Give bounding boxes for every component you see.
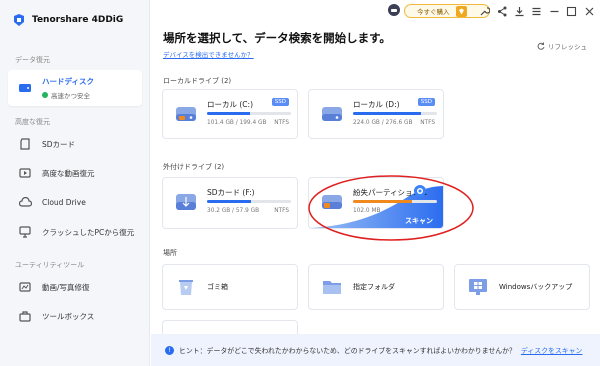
sidebar-item-label: 高度な動画復元: [42, 168, 95, 178]
sidebar-item-repair[interactable]: 動画/写真修復: [8, 273, 142, 301]
windows-backup-icon: [467, 276, 489, 298]
drive-filesystem: NTFS: [420, 120, 435, 126]
drive-filesystem: NTFS: [274, 120, 289, 126]
repair-icon: [18, 280, 32, 294]
sidebar-item-label: ハードディスク: [42, 77, 94, 86]
ssd-badge: SSD: [417, 98, 435, 106]
sidebar-item-cloud-drive[interactable]: Cloud Drive: [8, 188, 142, 216]
folder-icon: [321, 276, 343, 298]
minimize-button[interactable]: [546, 3, 562, 19]
device-not-detected-link[interactable]: デバイスを検出できませんか？: [163, 49, 254, 59]
scan-disk-link[interactable]: ディスクをスキャン: [521, 345, 583, 355]
app-name: Tenorshare 4DDiG: [32, 15, 124, 25]
sidebar-item-label: SDカード: [42, 139, 76, 149]
crashed-pc-icon: [18, 225, 32, 239]
sidebar-item-label: ツールボックス: [42, 311, 95, 321]
usage-bar: [353, 112, 437, 115]
shield-icon: [42, 92, 48, 98]
hard-disk-icon: [176, 107, 196, 121]
close-icon: [585, 7, 593, 15]
refresh-icon: [537, 42, 545, 50]
info-icon: !: [165, 345, 174, 355]
tools-button[interactable]: [476, 3, 492, 19]
drive-size: 101.4 GB / 199.4 GB: [207, 120, 267, 126]
sidebar-item-hard-disk[interactable]: ハードディスク 高速かつ安全: [8, 70, 142, 106]
ssd-badge: SSD: [271, 98, 289, 106]
usage-bar: [207, 200, 291, 203]
diamond-icon: [455, 5, 467, 17]
sd-card-icon: [176, 194, 196, 210]
drive-card-sd[interactable]: SDカード (F:) 30.2 GB / 57.9 GB NTFS: [162, 177, 298, 229]
menu-button[interactable]: [528, 3, 544, 19]
drive-name: ローカル (D:): [353, 100, 400, 109]
hard-disk-icon: [322, 195, 342, 209]
hard-disk-icon: [18, 81, 32, 95]
usage-bar-fill: [207, 112, 250, 115]
drive-name: SDカード (F:): [207, 188, 255, 197]
cloud-icon: [18, 195, 32, 209]
drive-size: 102.0 MB: [353, 208, 381, 214]
drive-card-c[interactable]: ローカル (C:) SSD 101.4 GB / 199.4 GB NTFS: [162, 89, 298, 139]
external-drives-label: 外付けドライブ (2): [163, 163, 225, 171]
sidebar-item-sd-card[interactable]: SDカード: [8, 130, 142, 158]
status-text: 高速かつ安全: [51, 92, 90, 100]
scan-button[interactable]: スキャン: [405, 216, 433, 226]
section-label-advanced: 高度な復元: [15, 118, 50, 126]
sidebar: Tenorshare 4DDiG データ復元 ハードディスク 高速かつ安全 高度…: [0, 0, 150, 366]
brand: Tenorshare 4DDiG: [12, 13, 123, 27]
sd-card-icon: [18, 137, 32, 151]
maximize-button[interactable]: [563, 3, 579, 19]
drive-size: 224.0 GB / 276.6 GB: [353, 120, 413, 126]
location-recycle-bin[interactable]: ゴミ箱: [162, 264, 298, 310]
sidebar-item-crashed-pc[interactable]: クラッシュしたPCから復元: [8, 218, 142, 246]
app-logo-icon: [14, 14, 24, 26]
share-button[interactable]: [494, 3, 510, 19]
drive-card-d[interactable]: ローカル (D:) SSD 224.0 GB / 276.6 GB NTFS: [308, 89, 444, 139]
minimize-icon: [550, 10, 558, 12]
download-icon: [515, 6, 523, 16]
usage-bar-fill: [207, 200, 251, 203]
sidebar-item-label: クラッシュしたPCから復元: [42, 227, 135, 237]
maximize-icon: [566, 6, 576, 16]
section-label-recovery: データ復元: [15, 56, 50, 64]
hint-bar: ! ヒント：データがどこで失われたかわからないため、どのドライブをスキャンすれば…: [151, 334, 600, 366]
drive-name: ローカル (C:): [207, 100, 253, 109]
sidebar-item-video[interactable]: 高度な動画復元: [8, 159, 142, 187]
menu-icon: [532, 7, 540, 15]
usage-bar: [207, 112, 291, 115]
buy-now-label: 今すぐ購入: [417, 8, 450, 16]
share-icon: [497, 6, 506, 16]
scan-radar-icon: [414, 185, 426, 197]
video-icon: [18, 166, 32, 180]
close-button[interactable]: [581, 3, 597, 19]
refresh-label: リフレッシュ: [548, 43, 587, 51]
locations-label: 場所: [163, 249, 177, 257]
local-drives-label: ローカルドライブ (2): [163, 77, 232, 85]
sidebar-item-label: Cloud Drive: [42, 197, 86, 207]
drive-filesystem: NTFS: [274, 208, 289, 214]
usage-bar: [353, 200, 437, 203]
drive-card-lost-partition[interactable]: 紛失パーティション-1 102.0 MB スキャン: [308, 177, 444, 229]
avatar[interactable]: [388, 4, 400, 16]
recycle-bin-icon: [175, 276, 197, 298]
toolbox-icon: [18, 309, 32, 323]
location-label: 指定フォルダ: [353, 283, 395, 291]
sidebar-item-label: 動画/写真修復: [42, 282, 90, 292]
usage-bar-fill: [353, 200, 412, 203]
hard-disk-icon: [322, 107, 342, 121]
hint-text: ヒント：データがどこで失われたかわからないため、どのドライブをスキャンすればよい…: [179, 347, 516, 355]
location-folder[interactable]: 指定フォルダ: [308, 264, 444, 310]
section-label-utility: ユーティリティツール: [15, 261, 85, 269]
usage-bar-fill: [353, 112, 422, 115]
download-button[interactable]: [511, 3, 527, 19]
sidebar-item-toolbox[interactable]: ツールボックス: [8, 302, 142, 330]
location-label: ゴミ箱: [207, 283, 228, 291]
drive-size: 30.2 GB / 57.9 GB: [207, 208, 260, 214]
wrench-icon: [480, 6, 490, 15]
location-label: Windowsバックアップ: [499, 283, 573, 291]
page-title: 場所を選択して、データ検索を開始します。: [163, 31, 391, 45]
location-windows-backup[interactable]: Windowsバックアップ: [454, 264, 590, 310]
refresh-button[interactable]: リフレッシュ: [537, 41, 587, 51]
